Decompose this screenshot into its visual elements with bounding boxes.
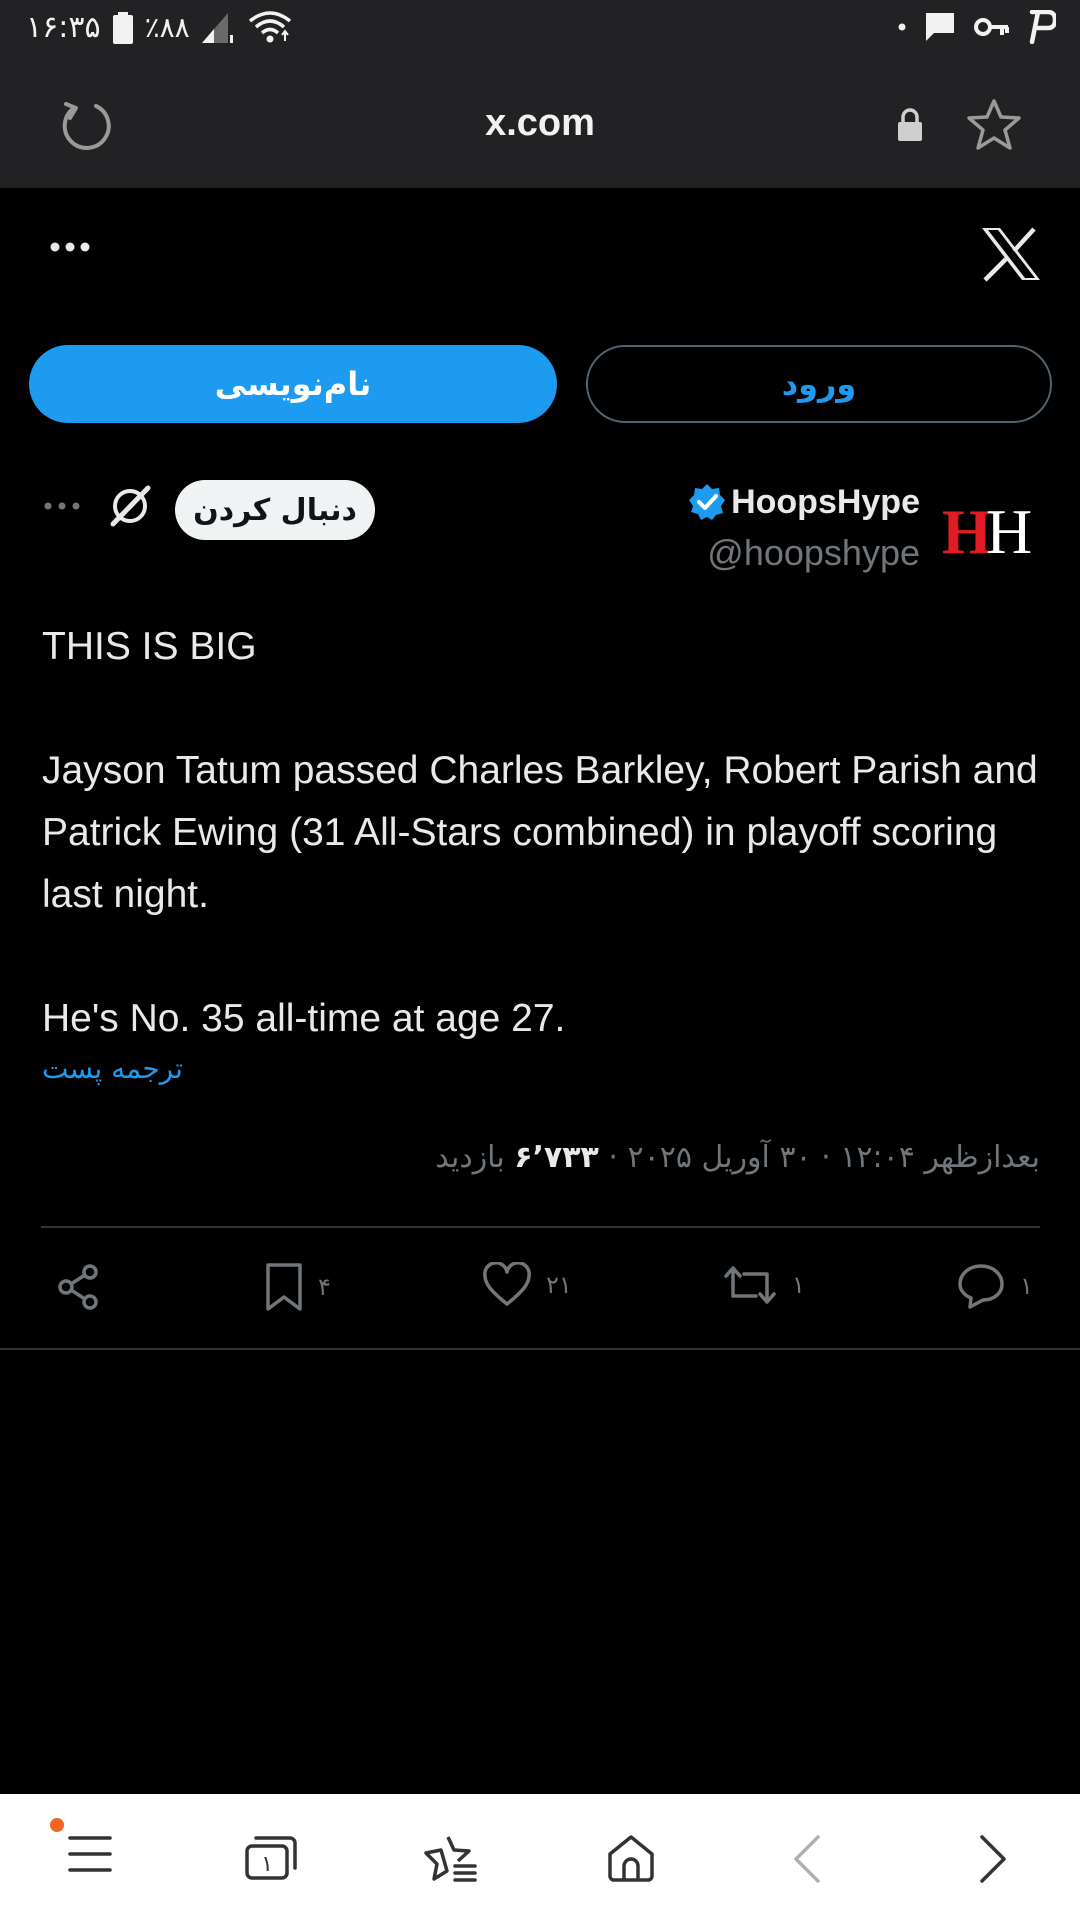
bookmark-icon	[266, 1263, 302, 1311]
notification-dot	[50, 1818, 64, 1832]
meta-separator: ·	[598, 1140, 618, 1175]
bookmark-button[interactable]: ۴	[264, 1262, 331, 1312]
back-button[interactable]	[792, 1834, 822, 1884]
post-line-body: Jayson Tatum passed Charles Barkley, Rob…	[42, 749, 1038, 916]
tabs-icon: ۱	[245, 1836, 297, 1880]
bookmark-star-button[interactable]	[966, 98, 1022, 152]
avatar-letter-red: H	[942, 496, 992, 561]
author-avatar[interactable]: H H	[940, 495, 1040, 561]
chevron-left-icon	[794, 1835, 820, 1883]
more-horizontal-icon	[44, 502, 80, 510]
avatar-letter-white: H	[986, 496, 1032, 561]
post-time[interactable]: بعدازظهر ۱۲:۰۴	[840, 1140, 1040, 1175]
battery-percent: ٪۸۸	[144, 11, 190, 44]
reply-button[interactable]: ۱	[956, 1262, 1033, 1310]
star-list-icon	[424, 1836, 477, 1882]
divider	[41, 1226, 1040, 1228]
post-more-button[interactable]	[42, 500, 82, 512]
login-button[interactable]: ورود	[586, 345, 1052, 423]
bookmark-count: ۴	[318, 1273, 331, 1301]
views-label: بازدید	[435, 1140, 505, 1175]
dot-icon	[898, 23, 906, 31]
post-meta: بعدازظهر ۱۲:۰۴ · ۳۰ آوریل ۲۰۲۵ · ۶٬۷۳۳ ب…	[435, 1140, 1040, 1175]
bookmarks-button[interactable]	[423, 1834, 479, 1884]
follow-button[interactable]: دنبال کردن	[175, 480, 375, 540]
share-button[interactable]	[54, 1262, 104, 1312]
post-date[interactable]: ۳۰ آوریل ۲۰۲۵	[627, 1140, 811, 1175]
translate-post-link[interactable]: ترجمه پست	[42, 1052, 183, 1085]
status-bar: ۱۶:۳۵ ٪۸۸	[0, 0, 1080, 58]
menu-button[interactable]	[68, 1834, 112, 1874]
browser-bottom-nav: ۱	[0, 1794, 1080, 1920]
battery-icon	[112, 11, 133, 44]
post-actions: ۴ ۲۱ ۱ ۱	[0, 1262, 1080, 1322]
author-name-row[interactable]: HoopsHype	[687, 482, 920, 522]
more-options-button[interactable]	[48, 240, 92, 254]
star-icon	[967, 99, 1021, 150]
home-icon	[608, 1835, 654, 1882]
repost-icon	[724, 1266, 776, 1304]
views-count: ۶٬۷۳۳	[514, 1140, 599, 1175]
reply-icon	[958, 1264, 1004, 1309]
like-count: ۲۱	[546, 1271, 572, 1299]
svg-text:۱: ۱	[261, 1852, 273, 1877]
grok-icon[interactable]	[108, 484, 152, 528]
message-icon	[924, 11, 956, 43]
status-time: ۱۶:۳۵	[26, 10, 101, 45]
divider	[0, 1348, 1080, 1350]
vpn-p-icon	[1028, 10, 1056, 44]
reply-count: ۱	[1020, 1272, 1033, 1300]
more-horizontal-icon	[50, 242, 90, 252]
menu-icon	[68, 1836, 112, 1872]
meta-separator: ·	[811, 1140, 831, 1175]
wifi-icon	[248, 10, 292, 45]
home-button[interactable]	[606, 1834, 656, 1882]
author-handle[interactable]: @hoopshype	[707, 532, 920, 574]
share-icon	[58, 1264, 98, 1310]
browser-url-bar: x.com	[0, 58, 1080, 188]
lock-icon	[896, 108, 924, 142]
signup-button[interactable]: نام‌نویسی	[29, 345, 557, 423]
heart-icon	[483, 1262, 531, 1306]
post-text: THIS IS BIG Jayson Tatum passed Charles …	[42, 616, 1042, 1050]
x-logo-icon[interactable]	[980, 226, 1042, 282]
status-right	[898, 10, 1056, 44]
key-icon	[974, 15, 1010, 39]
author-name[interactable]: HoopsHype	[731, 483, 920, 522]
tabs-button[interactable]: ۱	[244, 1834, 298, 1880]
repost-count: ۱	[792, 1271, 805, 1299]
repost-button[interactable]: ۱	[722, 1262, 805, 1308]
verified-badge-icon	[687, 482, 727, 522]
status-left: ۱۶:۳۵ ٪۸۸	[26, 10, 292, 45]
post-line-headline: THIS IS BIG	[42, 625, 257, 668]
signal-icon	[201, 12, 236, 43]
post-line-closing: He's No. 35 all-time at age 27.	[42, 997, 566, 1040]
forward-button[interactable]	[978, 1834, 1008, 1884]
like-button[interactable]: ۲۱	[482, 1262, 572, 1308]
chevron-right-icon	[980, 1835, 1006, 1883]
